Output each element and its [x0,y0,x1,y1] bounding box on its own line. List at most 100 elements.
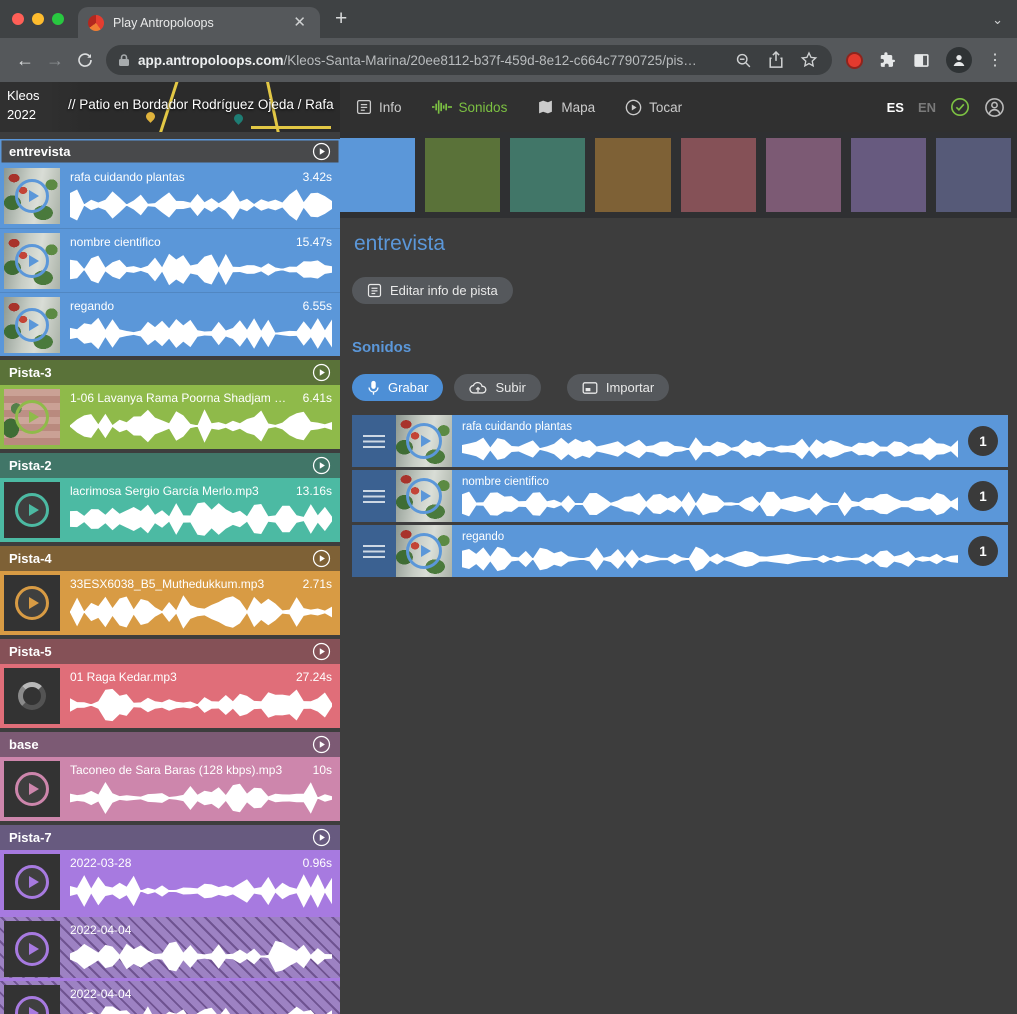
tab-sonidos[interactable]: Sonidos [432,99,508,115]
import-button[interactable]: Importar [567,374,669,401]
sound-thumbnail[interactable] [4,854,60,910]
profile-avatar[interactable] [946,47,972,73]
play-track-icon[interactable] [312,456,331,475]
loading-spinner[interactable] [18,682,46,710]
sound-thumbnail[interactable] [4,761,60,817]
waveform[interactable] [462,545,958,573]
track-header[interactable]: Pista-4 [0,546,340,571]
play-icon[interactable] [15,996,49,1014]
sound-item[interactable]: 33ESX6038_B5_Muthedukkum.mp3 2.71s [0,571,340,635]
sound-thumbnail[interactable] [4,921,60,977]
play-track-icon[interactable] [312,828,331,847]
browser-menu-icon[interactable]: ⋮ [987,50,1003,70]
play-icon[interactable] [406,423,442,459]
tab-info[interactable]: Info [356,99,402,115]
address-bar[interactable]: app.antropoloops.com/Kleos-Santa-Marina/… [106,45,832,75]
play-icon[interactable] [15,932,49,966]
sound-thumbnail[interactable] [4,575,60,631]
play-icon[interactable] [15,244,49,278]
project-name[interactable]: Kleos 2022 [0,82,46,132]
play-icon[interactable] [406,478,442,514]
track-swatch[interactable] [851,138,926,212]
sound-item[interactable]: 01 Raga Kedar.mp3 27.24s [0,664,340,728]
back-button[interactable]: ← [10,50,40,71]
track-header[interactable]: entrevista [0,139,340,164]
sound-thumbnail[interactable] [396,525,452,577]
waveform[interactable] [462,490,958,518]
close-tab-icon[interactable]: ✕ [289,13,310,32]
waveform[interactable] [70,407,332,445]
drag-handle[interactable] [352,415,396,467]
sound-thumbnail[interactable] [4,297,60,353]
account-icon[interactable] [984,97,1005,118]
play-track-icon[interactable] [312,549,331,568]
sound-thumbnail[interactable] [396,415,452,467]
waveform[interactable] [70,186,332,224]
lang-es[interactable]: ES [887,100,904,115]
play-icon[interactable] [15,308,49,342]
record-button[interactable]: Grabar [352,374,443,401]
sound-item[interactable]: rafa cuidando plantas 3.42s [0,164,340,228]
track-header[interactable]: Pista-3 [0,360,340,385]
play-track-icon[interactable] [312,735,331,754]
play-track-icon[interactable] [312,363,331,382]
sound-item[interactable]: 2022-04-04 [0,978,340,1014]
sound-thumbnail[interactable] [4,482,60,538]
track-swatch[interactable] [340,138,415,212]
sound-thumbnail[interactable] [4,233,60,289]
track-header[interactable]: Pista-7 [0,825,340,850]
track-swatch[interactable] [510,138,585,212]
track-swatch[interactable] [425,138,500,212]
record-extension-icon[interactable] [846,52,863,69]
play-icon[interactable] [406,533,442,569]
waveform[interactable] [70,500,332,538]
reload-button[interactable] [70,51,100,69]
track-swatch[interactable] [936,138,1011,212]
play-icon[interactable] [15,400,49,434]
waveform[interactable] [70,593,332,631]
waveform[interactable] [70,315,332,352]
sound-item[interactable]: nombre cientifico 15.47s [0,228,340,292]
sound-item[interactable]: 1-06 Lavanya Rama Poorna Shadjam Rupak..… [0,385,340,449]
upload-button[interactable]: Subir [454,374,540,401]
lang-en[interactable]: EN [918,100,936,115]
sound-item[interactable]: Taconeo de Sara Baras (128 kbps).mp3 10s [0,757,340,821]
waveform[interactable] [462,435,958,463]
sound-thumbnail[interactable] [4,985,60,1014]
play-track-icon[interactable] [312,642,331,661]
sound-item[interactable]: 2022-03-28 0.96s [0,850,340,914]
waveform[interactable] [70,939,332,974]
sync-check-icon[interactable] [950,97,970,117]
waveform[interactable] [70,779,332,817]
traffic-minimize-button[interactable] [32,13,44,25]
track-header[interactable]: Pista-2 [0,453,340,478]
extensions-puzzle-icon[interactable] [878,51,897,70]
bookmark-star-icon[interactable] [800,51,818,69]
track-swatch[interactable] [595,138,670,212]
sound-thumbnail[interactable] [4,668,60,724]
sound-item[interactable]: 2022-04-04 [0,914,340,978]
play-icon[interactable] [15,772,49,806]
sound-thumbnail[interactable] [4,168,60,224]
play-track-icon[interactable] [312,142,331,161]
tab-search-chevron-icon[interactable]: ⌄ [992,12,1003,28]
forward-button[interactable]: → [40,50,70,71]
traffic-close-button[interactable] [12,13,24,25]
browser-tab[interactable]: Play Antropoloops ✕ [78,7,320,38]
edit-track-info-button[interactable]: Editar info de pista [352,277,513,304]
traffic-zoom-button[interactable] [52,13,64,25]
sound-item[interactable]: regando 6.55s [0,292,340,356]
drag-handle[interactable] [352,470,396,522]
waveform[interactable] [70,872,332,910]
play-icon[interactable] [15,493,49,527]
sound-thumbnail[interactable] [4,389,60,445]
sound-item[interactable]: lacrimosa Sergio García Merlo.mp3 13.16s [0,478,340,542]
waveform[interactable] [70,686,332,724]
sound-thumbnail[interactable] [396,470,452,522]
waveform[interactable] [70,251,332,288]
track-header[interactable]: base [0,732,340,757]
track-swatch[interactable] [766,138,841,212]
drag-handle[interactable] [352,525,396,577]
zoom-out-icon[interactable] [735,52,752,69]
tab-mapa[interactable]: Mapa [537,99,595,115]
